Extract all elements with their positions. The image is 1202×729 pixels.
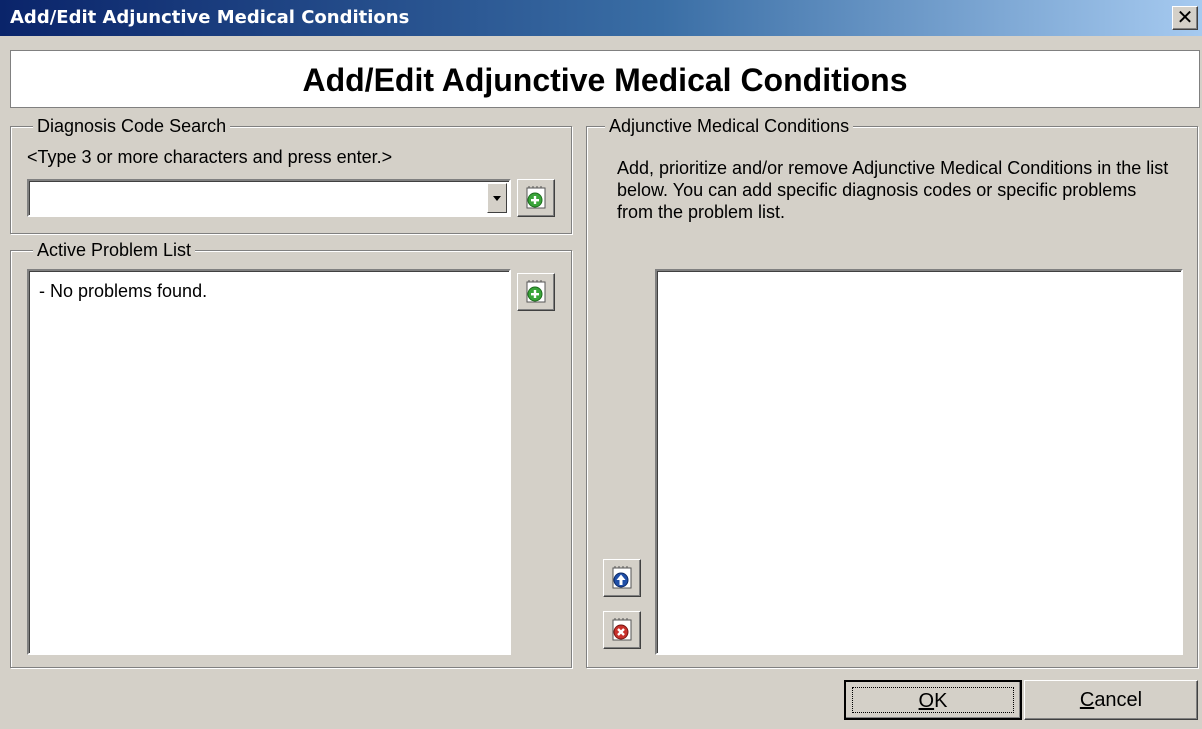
conditions-group: Adjunctive Medical Conditions Add, prior…	[586, 114, 1198, 668]
diagnosis-search-combobox[interactable]	[27, 179, 511, 217]
move-up-button[interactable]	[603, 559, 641, 597]
add-diagnosis-button[interactable]	[517, 179, 555, 217]
title-bar: Add/Edit Adjunctive Medical Conditions ✕	[0, 0, 1202, 36]
diagnosis-search-legend: Diagnosis Code Search	[33, 114, 231, 138]
ok-button[interactable]: OK	[844, 680, 1022, 720]
list-item[interactable]: - No problems found.	[39, 281, 207, 302]
conditions-instructions: Add, prioritize and/or remove Adjunctive…	[617, 158, 1169, 222]
conditions-listbox[interactable]	[655, 269, 1183, 655]
cancel-accel: C	[1079, 689, 1095, 711]
focus-rect	[852, 687, 1014, 713]
cancel-label: ancel	[1094, 689, 1143, 711]
conditions-legend: Adjunctive Medical Conditions	[605, 114, 854, 138]
page-title: Add/Edit Adjunctive Medical Conditions	[302, 62, 908, 98]
add-note-icon	[526, 186, 546, 209]
close-icon: ✕	[1176, 5, 1194, 29]
diagnosis-search-hint: <Type 3 or more characters and press ent…	[27, 147, 393, 167]
remove-button[interactable]	[603, 611, 641, 649]
diagnosis-dropdown-button[interactable]	[487, 183, 507, 213]
cancel-button[interactable]: Cancel	[1024, 680, 1198, 720]
diagnosis-search-group: Diagnosis Code Search <Type 3 or more ch…	[10, 114, 572, 234]
add-problem-button[interactable]	[517, 273, 555, 311]
move-up-icon	[612, 566, 632, 589]
remove-icon	[612, 618, 632, 641]
close-button[interactable]: ✕	[1172, 6, 1198, 30]
window-title: Add/Edit Adjunctive Medical Conditions	[10, 7, 410, 28]
header-panel: Add/Edit Adjunctive Medical Conditions	[10, 50, 1200, 108]
problem-list-group: Active Problem List - No problems found.	[10, 238, 572, 668]
add-note-icon	[526, 280, 546, 303]
chevron-down-icon	[493, 195, 501, 201]
problem-list-legend: Active Problem List	[33, 238, 196, 262]
problem-listbox[interactable]: - No problems found.	[27, 269, 511, 655]
